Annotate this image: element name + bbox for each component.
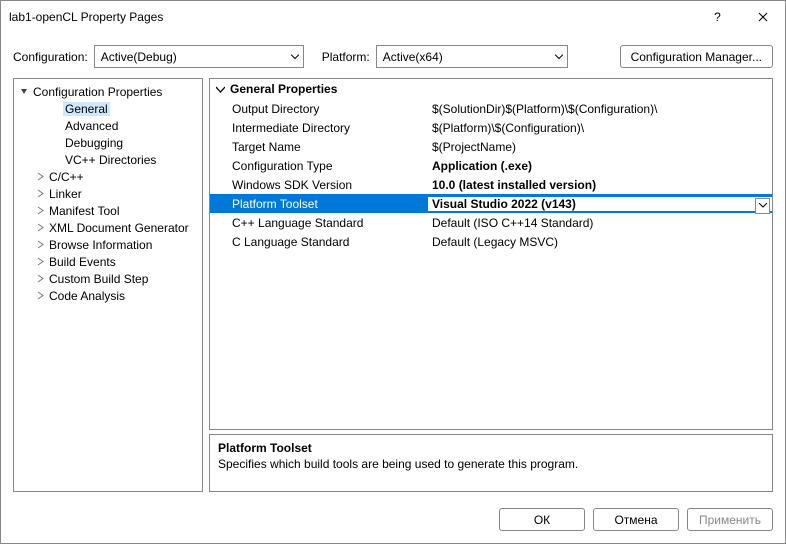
window-title: lab1-openCL Property Pages [9, 10, 695, 24]
expand-icon[interactable] [34, 221, 47, 234]
dialog-window: lab1-openCL Property Pages ? Configurati… [0, 0, 786, 544]
property-row[interactable]: Intermediate Directory$(Platform)\$(Conf… [210, 118, 772, 137]
configuration-label: Configuration: [13, 50, 88, 64]
collapse-icon[interactable] [216, 85, 230, 94]
expand-icon[interactable] [34, 272, 47, 285]
tree-item[interactable]: Linker [14, 185, 202, 202]
expand-icon[interactable] [34, 187, 47, 200]
spacer [50, 153, 63, 166]
expand-icon[interactable] [34, 289, 47, 302]
spacer [50, 136, 63, 149]
body: Configuration Properties General Advanced D… [1, 78, 785, 500]
tree-item[interactable]: Debugging [14, 134, 202, 151]
property-row[interactable]: Target Name$(ProjectName) [210, 137, 772, 156]
tree-label: Build Events [47, 255, 118, 269]
topbar: Configuration: Active(Debug) Platform: A… [1, 33, 785, 78]
tree-item[interactable]: C/C++ [14, 168, 202, 185]
platform-combo[interactable]: Active(x64) [376, 45, 568, 68]
titlebar: lab1-openCL Property Pages ? [1, 1, 785, 33]
dropdown-button[interactable] [755, 198, 770, 214]
tree-label: Custom Build Step [47, 272, 150, 286]
tree-label: Code Analysis [47, 289, 127, 303]
property-value[interactable]: Application (.exe) [428, 159, 772, 173]
platform-value: Active(x64) [383, 50, 443, 64]
cancel-label: Отмена [614, 513, 657, 527]
property-value[interactable]: Visual Studio 2022 (v143) [428, 197, 772, 211]
configuration-manager-label: Configuration Manager... [631, 50, 762, 64]
configuration-value: Active(Debug) [101, 50, 177, 64]
tree-item[interactable]: Advanced [14, 117, 202, 134]
property-value[interactable]: $(Platform)\$(Configuration)\ [428, 121, 772, 135]
ok-button[interactable]: ОК [499, 508, 585, 531]
property-row[interactable]: Windows SDK Version10.0 (latest installe… [210, 175, 772, 194]
ok-label: ОК [534, 513, 550, 527]
property-value[interactable]: $(ProjectName) [428, 140, 772, 154]
tree-label: Browse Information [47, 238, 154, 252]
property-name: Windows SDK Version [210, 178, 428, 192]
property-row[interactable]: Platform ToolsetVisual Studio 2022 (v143… [210, 194, 772, 213]
tree-item[interactable]: Manifest Tool [14, 202, 202, 219]
property-name: C Language Standard [210, 235, 428, 249]
expand-icon[interactable] [34, 204, 47, 217]
tree-label: XML Document Generator [47, 221, 191, 235]
property-name: C++ Language Standard [210, 216, 428, 230]
group-title: General Properties [230, 82, 337, 96]
spacer [50, 102, 63, 115]
description-text: Specifies which build tools are being us… [218, 457, 764, 471]
platform-label: Platform: [322, 50, 370, 64]
nav-tree[interactable]: Configuration Properties General Advanced D… [13, 78, 203, 492]
description-panel: Platform Toolset Specifies which build t… [209, 434, 773, 492]
cancel-button[interactable]: Отмена [593, 508, 679, 531]
description-title: Platform Toolset [218, 441, 764, 455]
property-name: Configuration Type [210, 159, 428, 173]
right-pane: General Properties Output Directory$(Solu… [209, 78, 773, 492]
tree-item[interactable]: Code Analysis [14, 287, 202, 304]
tree-label: Debugging [63, 136, 125, 150]
group-header[interactable]: General Properties [210, 79, 772, 99]
help-button[interactable]: ? [695, 1, 740, 33]
tree-item[interactable]: XML Document Generator [14, 219, 202, 236]
tree-label: Advanced [63, 119, 120, 133]
property-value[interactable]: Default (ISO C++14 Standard) [428, 216, 772, 230]
property-name: Target Name [210, 140, 428, 154]
tree-item[interactable]: Browse Information [14, 236, 202, 253]
property-row[interactable]: C++ Language StandardDefault (ISO C++14 … [210, 213, 772, 232]
property-name: Platform Toolset [210, 197, 428, 211]
property-row[interactable]: C Language StandardDefault (Legacy MSVC) [210, 232, 772, 251]
help-icon: ? [714, 10, 721, 24]
tree-label: General [63, 102, 110, 116]
property-value[interactable]: Default (Legacy MSVC) [428, 235, 772, 249]
chevron-down-icon [555, 54, 563, 59]
tree-item[interactable]: VC++ Directories [14, 151, 202, 168]
tree-label: Manifest Tool [47, 204, 121, 218]
property-name: Output Directory [210, 102, 428, 116]
close-button[interactable] [740, 1, 785, 33]
expand-icon[interactable] [34, 255, 47, 268]
property-value[interactable]: 10.0 (latest installed version) [428, 178, 772, 192]
tree-label: C/C++ [47, 170, 86, 184]
tree-label: Configuration Properties [31, 85, 164, 99]
tree-item[interactable]: Build Events [14, 253, 202, 270]
tree-label: VC++ Directories [63, 153, 158, 167]
apply-button[interactable]: Применить [687, 508, 773, 531]
tree-item[interactable]: Custom Build Step [14, 270, 202, 287]
tree-root[interactable]: Configuration Properties [14, 83, 202, 100]
property-row[interactable]: Configuration TypeApplication (.exe) [210, 156, 772, 175]
chevron-down-icon [291, 54, 299, 59]
property-name: Intermediate Directory [210, 121, 428, 135]
close-icon [758, 12, 768, 22]
expand-icon[interactable] [18, 85, 31, 98]
property-value[interactable]: $(SolutionDir)$(Platform)\$(Configuratio… [428, 102, 772, 116]
tree-item[interactable]: General [14, 100, 202, 117]
apply-label: Применить [699, 513, 761, 527]
spacer [50, 119, 63, 132]
configuration-manager-button[interactable]: Configuration Manager... [620, 45, 773, 68]
footer: ОК Отмена Применить [1, 500, 785, 543]
property-row[interactable]: Output Directory$(SolutionDir)$(Platform… [210, 99, 772, 118]
expand-icon[interactable] [34, 170, 47, 183]
tree-label: Linker [47, 187, 84, 201]
configuration-combo[interactable]: Active(Debug) [94, 45, 304, 68]
property-grid[interactable]: General Properties Output Directory$(Solu… [209, 78, 773, 430]
expand-icon[interactable] [34, 238, 47, 251]
